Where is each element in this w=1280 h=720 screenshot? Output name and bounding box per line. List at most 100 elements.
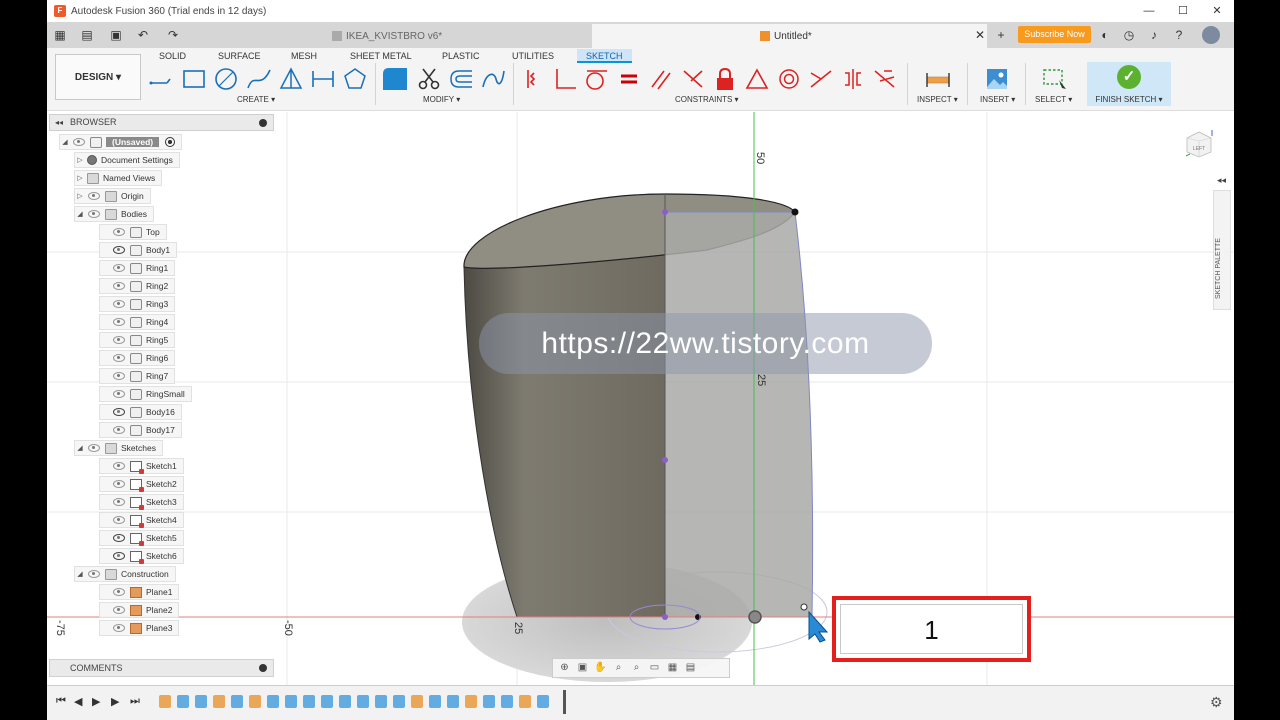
expand-arrow-icon[interactable]: ▷ [75, 156, 85, 164]
zoom-icon[interactable]: ⌕ [611, 661, 626, 675]
circle-tool[interactable] [212, 66, 240, 92]
triangle-constraint-tool[interactable] [743, 66, 771, 92]
sketch-point[interactable] [800, 603, 808, 611]
slot-tool[interactable] [309, 66, 337, 92]
browser-tree-item[interactable]: Sketch6 [99, 548, 184, 564]
fillet-tool[interactable] [381, 66, 409, 92]
redo-icon[interactable]: ↷ [165, 27, 181, 43]
origin-point[interactable] [748, 610, 762, 624]
timeline-feature-icon[interactable] [375, 695, 387, 708]
timeline-feature-icon[interactable] [501, 695, 513, 708]
visibility-eye-icon[interactable] [73, 138, 85, 146]
browser-tree-item[interactable]: Ring4 [99, 314, 176, 330]
polygon-tool[interactable] [341, 66, 369, 92]
browser-tree-item[interactable]: Body17 [99, 422, 182, 438]
expand-arrow-icon[interactable]: ▷ [75, 174, 85, 182]
browser-tree-item[interactable]: ◢ Bodies [74, 206, 154, 222]
visibility-eye-icon[interactable] [88, 210, 100, 218]
grid-settings-icon[interactable]: ▦ [665, 661, 680, 675]
timeline-feature-icon[interactable] [267, 695, 279, 708]
browser-tree-item[interactable]: Ring3 [99, 296, 176, 312]
close-tab-icon[interactable]: ✕ [975, 28, 985, 42]
sketch-profile-region[interactable] [664, 211, 814, 618]
inspect-menu[interactable]: INSPECT ▾ [917, 95, 958, 104]
insert-image-tool[interactable] [983, 66, 1011, 92]
browser-tree-item[interactable]: ▷ Document Settings [74, 152, 180, 168]
timeline-feature-icon[interactable] [195, 695, 207, 708]
browser-tree-item[interactable]: Ring5 [99, 332, 176, 348]
line-tool[interactable] [147, 66, 175, 92]
visibility-eye-icon[interactable] [113, 534, 125, 542]
job-status-icon[interactable]: ◷ [1121, 27, 1137, 43]
workspace-switcher-button[interactable]: DESIGN ▾ [55, 54, 141, 100]
help-icon[interactable]: ? [1171, 27, 1187, 43]
timeline-feature-icon[interactable] [429, 695, 441, 708]
timeline-feature-icon[interactable] [285, 695, 297, 708]
new-tab-icon[interactable]: + [993, 27, 1009, 43]
curve-tool[interactable] [479, 66, 507, 92]
timeline-marker[interactable] [563, 690, 566, 714]
extensions-icon[interactable]: ◐ [1097, 27, 1113, 43]
expand-arrow-icon[interactable]: ◢ [60, 138, 70, 146]
collinear-constraint-tool[interactable] [679, 66, 707, 92]
browser-tree-item[interactable]: Body16 [99, 404, 182, 420]
parallel-constraint-tool[interactable] [647, 66, 675, 92]
timeline-feature-icon[interactable] [231, 695, 243, 708]
perpendicular-constraint-tool[interactable] [551, 66, 579, 92]
comments-panel[interactable]: COMMENTS [49, 659, 274, 677]
visibility-eye-icon[interactable] [113, 300, 125, 308]
constraints-menu[interactable]: CONSTRAINTS ▾ [675, 95, 739, 104]
timeline-feature-icon[interactable] [411, 695, 423, 708]
visibility-eye-icon[interactable] [88, 570, 100, 578]
save-icon[interactable]: ▣ [108, 27, 124, 43]
visibility-eye-icon[interactable] [88, 444, 100, 452]
visibility-eye-icon[interactable] [113, 264, 125, 272]
tangent-constraint-tool[interactable] [582, 66, 610, 92]
visibility-eye-icon[interactable] [113, 606, 125, 614]
browser-tree-item[interactable]: Ring7 [99, 368, 176, 384]
browser-tree-item[interactable]: Top [99, 224, 167, 240]
panel-minimize-icon[interactable] [259, 664, 267, 672]
step-back-icon[interactable]: ◀ [74, 695, 82, 708]
look-at-icon[interactable]: ▣ [575, 661, 590, 675]
tab-utilities[interactable]: UTILITIES [512, 49, 554, 63]
visibility-eye-icon[interactable] [113, 318, 125, 326]
close-window-button[interactable]: ✕ [1200, 0, 1234, 22]
timeline-feature-icon[interactable] [249, 695, 261, 708]
timeline-feature-icon[interactable] [519, 695, 531, 708]
notifications-icon[interactable]: ♪ [1146, 27, 1162, 43]
tab-untitled[interactable]: Untitled* ✕ [592, 24, 987, 48]
visibility-eye-icon[interactable] [113, 246, 125, 254]
timeline-feature-icon[interactable] [213, 695, 225, 708]
select-menu[interactable]: SELECT ▾ [1035, 95, 1072, 104]
browser-tree-item[interactable]: Body1 [99, 242, 178, 258]
browser-header[interactable]: ◂◂ BROWSER [49, 114, 274, 131]
timeline-feature-icon[interactable] [483, 695, 495, 708]
coincident-constraint-tool[interactable] [519, 66, 547, 92]
file-menu-icon[interactable]: ▤ [79, 27, 95, 43]
rectangle-tool[interactable] [180, 66, 208, 92]
display-settings-icon[interactable]: ▭ [647, 661, 662, 675]
active-radio-icon[interactable] [165, 137, 176, 147]
tab-sheet-metal[interactable]: SHEET METAL [350, 49, 412, 63]
play-icon[interactable]: ▶ [92, 695, 100, 708]
user-avatar[interactable] [1202, 26, 1220, 44]
collapse-panel-icon[interactable]: ◂◂ [55, 115, 63, 130]
polygon-triangle-tool[interactable] [277, 66, 305, 92]
sketch-point[interactable] [662, 614, 668, 620]
timeline-feature-icon[interactable] [357, 695, 369, 708]
expand-arrow-icon[interactable]: ▷ [75, 192, 85, 200]
visibility-eye-icon[interactable] [113, 516, 125, 524]
finish-sketch-button[interactable]: ✓ FINISH SKETCH ▾ [1087, 62, 1171, 106]
create-menu[interactable]: CREATE ▾ [237, 95, 275, 104]
visibility-eye-icon[interactable] [113, 588, 125, 596]
step-forward-icon[interactable]: ▶ [111, 695, 119, 708]
trim-tool[interactable] [415, 66, 443, 92]
expand-arrow-icon[interactable]: ◢ [75, 444, 85, 452]
browser-tree-item[interactable]: Plane3 [99, 620, 180, 636]
go-to-end-icon[interactable]: ⏭ [130, 695, 140, 708]
timeline-feature-icon[interactable] [321, 695, 333, 708]
browser-tree-item[interactable]: Ring1 [99, 260, 176, 276]
palette-expand-icon[interactable]: ◂◂ [1217, 175, 1226, 186]
tab-sketch[interactable]: SKETCH [577, 49, 632, 63]
